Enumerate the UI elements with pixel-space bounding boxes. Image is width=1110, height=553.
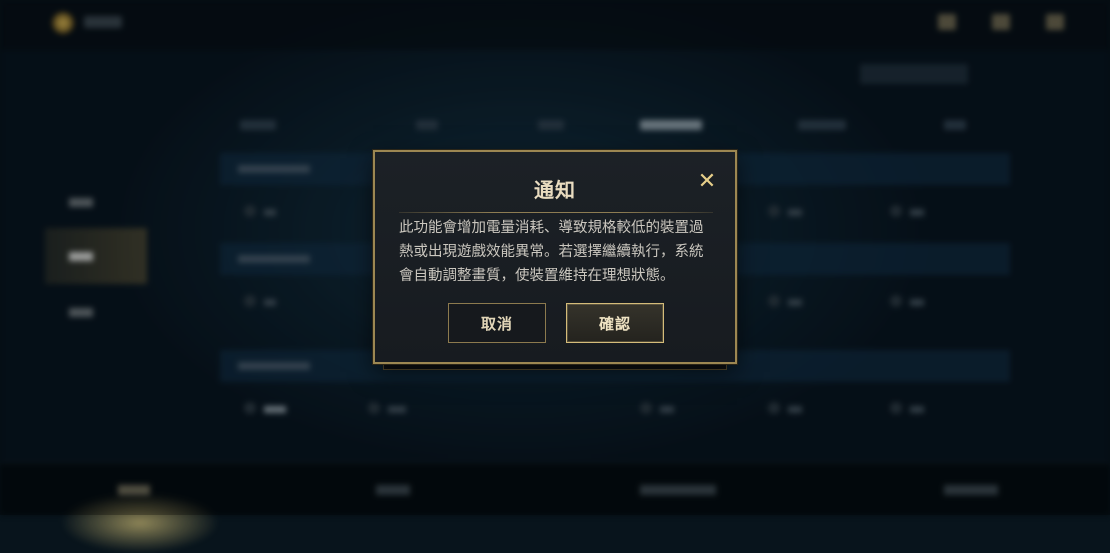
- confirm-button-label: 確認: [598, 314, 631, 333]
- close-icon[interactable]: ✕: [695, 170, 719, 194]
- title-divider: [399, 212, 713, 213]
- notification-dialog: 通知 ✕ 此功能會增加電量消耗、導致規格較低的裝置過熱或出現遊戲效能異常。若選擇…: [373, 150, 737, 364]
- cancel-button-label: 取消: [480, 314, 513, 333]
- dialog-message: 此功能會增加電量消耗、導致規格較低的裝置過熱或出現遊戲效能異常。若選擇繼續執行，…: [399, 220, 704, 284]
- dialog-base-frame: [383, 364, 727, 370]
- confirm-button[interactable]: 確認: [566, 303, 664, 343]
- cancel-button[interactable]: 取消: [448, 303, 546, 343]
- dialog-title: 通知: [534, 178, 576, 202]
